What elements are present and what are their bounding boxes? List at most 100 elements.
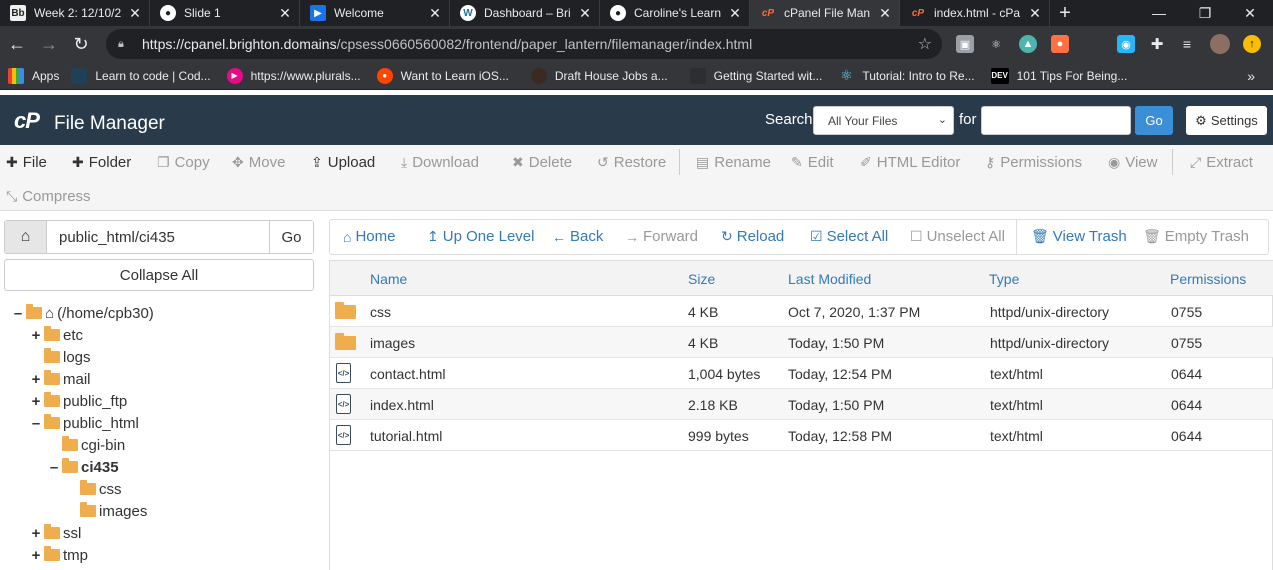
column-header-modified[interactable]: Last Modified	[788, 271, 871, 287]
table-row[interactable]: images 4 KB Today, 1:50 PM httpd/unix-di…	[330, 327, 1273, 358]
bookmark-star-icon[interactable]: ☆	[918, 34, 932, 54]
bookmark-reddit[interactable]: ● Want to Learn iOS...	[369, 67, 517, 84]
bookmarks-more-button[interactable]: »	[1239, 68, 1263, 84]
upload-button[interactable]: ⇪ Upload	[311, 145, 375, 179]
reload-button[interactable]: ↻ Reload	[721, 228, 784, 245]
new-tab-button[interactable]: +	[1050, 0, 1080, 26]
close-icon[interactable]: ✕	[727, 5, 743, 22]
close-icon[interactable]: ✕	[1027, 5, 1043, 22]
column-header-size[interactable]: Size	[688, 271, 715, 287]
expand-toggle[interactable]: +	[30, 547, 42, 564]
path-go-button[interactable]: Go	[269, 221, 313, 253]
tree-node-images[interactable]: images	[66, 500, 147, 522]
column-header-permissions[interactable]: Permissions	[1170, 271, 1246, 287]
new-folder-button[interactable]: ✚ Folder	[72, 145, 131, 179]
avatar[interactable]	[1210, 34, 1230, 54]
back-arrow-icon[interactable]: ←	[2, 29, 32, 59]
column-header-type[interactable]: Type	[989, 271, 1019, 287]
close-icon[interactable]: ✕	[127, 5, 143, 22]
expand-toggle[interactable]: +	[30, 525, 42, 542]
expand-toggle[interactable]: +	[30, 393, 42, 410]
copy-button[interactable]: ❐ Copy	[157, 145, 210, 179]
column-header-name[interactable]: Name	[370, 271, 407, 287]
tab-dashboard[interactable]: W Dashboard – Bri ✕	[450, 0, 600, 26]
home-icon[interactable]: ⌂	[5, 221, 47, 253]
tab-slide1[interactable]: ● Slide 1 ✕	[150, 0, 300, 26]
extract-button[interactable]: ⤢ Extract	[1190, 145, 1253, 179]
bookmark-react-tutorial[interactable]: ⚛ Tutorial: Intro to Re...	[830, 67, 982, 84]
new-file-button[interactable]: ✚ File	[6, 145, 47, 179]
puzzle-icon[interactable]: ✚	[1148, 35, 1166, 53]
select-all-button[interactable]: ☑ Select All	[810, 228, 888, 245]
tree-node-ci435[interactable]: – ci435	[48, 456, 119, 478]
extension-icon[interactable]: ▣	[956, 35, 974, 53]
rename-button[interactable]: ▤ Rename	[696, 145, 771, 179]
table-row[interactable]: </> index.html 2.18 KB Today, 1:50 PM te…	[330, 389, 1273, 420]
bookmark-pluralsight[interactable]: ▶ https://www.plurals...	[219, 67, 369, 84]
search-input[interactable]	[981, 106, 1131, 135]
tree-node-css[interactable]: css	[66, 478, 122, 500]
unselect-all-button[interactable]: ☐ Unselect All	[910, 228, 1005, 245]
tree-node-logs[interactable]: logs	[30, 346, 91, 368]
search-go-button[interactable]: Go	[1135, 106, 1173, 135]
extension-icon[interactable]: ●	[1051, 35, 1069, 53]
tab-welcome[interactable]: ▶ Welcome ✕	[300, 0, 450, 26]
file-name[interactable]: contact.html	[370, 366, 445, 382]
home-button[interactable]: ⌂ Home	[343, 228, 395, 245]
close-window-icon[interactable]: ✕	[1227, 0, 1273, 26]
table-row[interactable]: css 4 KB Oct 7, 2020, 1:37 PM httpd/unix…	[330, 296, 1273, 327]
html-editor-button[interactable]: ✐ HTML Editor	[860, 145, 960, 179]
permissions-button[interactable]: ⚷ Permissions	[985, 145, 1082, 179]
edit-button[interactable]: ✎ Edit	[791, 145, 834, 179]
reload-icon[interactable]: ↻	[66, 29, 96, 59]
tree-node-home[interactable]: – ⌂ (/home/cpb30)	[12, 302, 154, 324]
bookmark-codecademy[interactable]: Learn to code | Cod...	[67, 67, 218, 84]
tab-caroline[interactable]: ● Caroline's Learn ✕	[600, 0, 750, 26]
move-button[interactable]: ✥ Move	[232, 145, 285, 179]
file-name[interactable]: tutorial.html	[370, 428, 442, 444]
back-button[interactable]: ← Back	[552, 228, 603, 245]
cpanel-logo[interactable]: cP	[14, 108, 40, 134]
up-one-level-button[interactable]: ↥ Up One Level	[427, 228, 534, 245]
search-scope-select[interactable]: All Your Files ⌄	[813, 106, 954, 135]
collapse-all-button[interactable]: Collapse All	[4, 259, 314, 291]
expand-toggle[interactable]: +	[30, 327, 42, 344]
download-button[interactable]: ⤓ Download	[401, 145, 479, 179]
address-bar[interactable]: 🔒︎ https://cpanel.brighton.domains /cpse…	[106, 29, 942, 59]
close-icon[interactable]: ✕	[877, 5, 893, 22]
settings-button[interactable]: ⚙ Settings	[1186, 106, 1267, 135]
view-trash-button[interactable]: 🗑︎ View Trash	[1031, 228, 1127, 245]
forward-arrow-icon[interactable]: →	[34, 29, 64, 59]
close-icon[interactable]: ✕	[577, 5, 593, 22]
close-icon[interactable]: ✕	[427, 5, 443, 22]
bookmark-dev[interactable]: DEV 101 Tips For Being...	[983, 67, 1136, 84]
view-button[interactable]: ◉ View	[1108, 145, 1157, 179]
path-input[interactable]: public_html/ci435	[47, 221, 269, 253]
update-icon[interactable]: ↑	[1243, 35, 1261, 53]
tree-node-mail[interactable]: + mail	[30, 368, 91, 390]
tab-cpanel-file-manager[interactable]: cP cPanel File Man ✕	[750, 0, 900, 26]
empty-trash-button[interactable]: 🗑︎ Empty Trash	[1143, 228, 1249, 245]
file-name[interactable]: images	[370, 335, 415, 351]
collapse-toggle[interactable]: –	[30, 415, 42, 432]
bookmark-getting-started[interactable]: Getting Started wit...	[676, 67, 831, 84]
react-devtools-icon[interactable]: ⚛	[987, 35, 1005, 53]
extension-icon[interactable]: ◉	[1117, 35, 1135, 53]
bookmark-drafthouse[interactable]: Draft House Jobs a...	[517, 67, 676, 84]
tab-week2[interactable]: Bb Week 2: 12/10/2 ✕	[0, 0, 150, 26]
table-row[interactable]: </> contact.html 1,004 bytes Today, 12:5…	[330, 358, 1273, 389]
expand-toggle[interactable]: +	[30, 371, 42, 388]
close-icon[interactable]: ✕	[277, 5, 293, 22]
bookmark-apps[interactable]: Apps	[0, 67, 67, 84]
extension-icon[interactable]: ▲	[1019, 35, 1037, 53]
tab-index-html[interactable]: cP index.html - cPa ✕	[900, 0, 1050, 26]
compress-button[interactable]: ⤡ Compress	[6, 179, 91, 213]
collapse-toggle[interactable]: –	[48, 459, 60, 476]
table-row[interactable]: </> tutorial.html 999 bytes Today, 12:58…	[330, 420, 1273, 451]
restore-button[interactable]: ↺ Restore	[597, 145, 666, 179]
file-name[interactable]: index.html	[370, 397, 434, 413]
minimize-icon[interactable]: —	[1136, 0, 1182, 26]
file-name[interactable]: css	[370, 304, 391, 320]
delete-button[interactable]: ✖ Delete	[512, 145, 572, 179]
tree-node-ssl[interactable]: + ssl	[30, 522, 81, 544]
